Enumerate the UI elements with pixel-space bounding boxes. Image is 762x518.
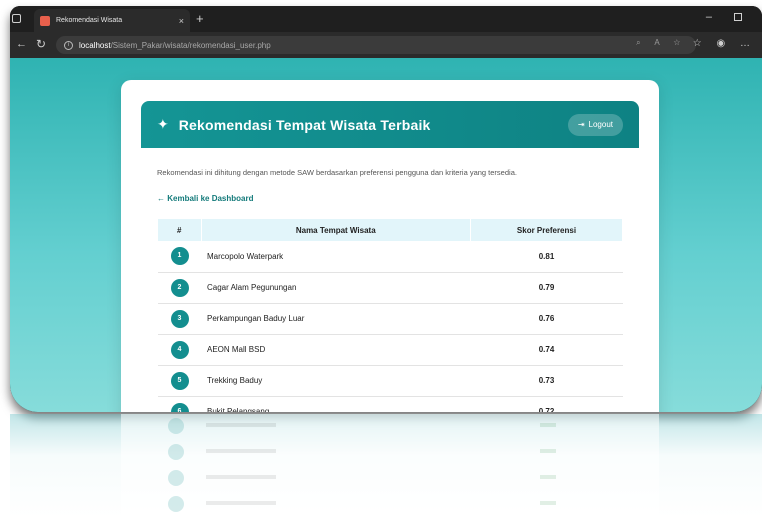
- back-to-dashboard-link[interactable]: ← Kembali ke Dashboard: [157, 194, 253, 203]
- page-title: Rekomendasi Tempat Wisata Terbaik: [178, 116, 431, 133]
- reflection-row: [168, 444, 588, 460]
- table-row: 1 Marcopolo Waterpark 0.81: [158, 241, 623, 273]
- restore-icon[interactable]: [734, 13, 742, 21]
- reflection-row: [168, 470, 588, 486]
- col-rank: #: [158, 219, 202, 241]
- zoom-read-favorite-icons[interactable]: ⌕ A ☆: [636, 38, 686, 48]
- url-host: localhost: [79, 40, 111, 50]
- rank-badge: 4: [170, 340, 189, 359]
- logout-icon: ⇥: [577, 120, 585, 129]
- favicon-icon: [40, 15, 50, 26]
- url-path: /Sistem_Pakar/wisata/rekomendasi_user.ph…: [110, 40, 271, 50]
- method-description: Rekomendasi ini dihitung dengan metode S…: [157, 168, 517, 177]
- table-row: 3 Perkampungan Baduy Luar 0.76: [158, 303, 623, 335]
- card-header: ✦ Rekomendasi Tempat Wisata Terbaik ⇥ Lo…: [141, 101, 639, 148]
- place-name: Perkampungan Baduy Luar: [201, 303, 471, 335]
- table-row: 2 Cagar Alam Pegunungan 0.79: [158, 272, 623, 304]
- table-row: 6 Bukit Pelangsang 0.72: [158, 396, 623, 412]
- preference-score: 0.79: [470, 272, 623, 304]
- tab-title: Rekomendasi Wisata: [56, 17, 123, 24]
- rank-badge: 6: [170, 402, 189, 412]
- place-name: Cagar Alam Pegunungan: [201, 272, 471, 304]
- url-input[interactable]: i localhost /Sistem_Pakar/wisata/rekomen…: [56, 36, 696, 54]
- col-score: Skor Preferensi: [470, 219, 623, 241]
- preference-score: 0.76: [470, 303, 623, 335]
- table-row: 5 Trekking Baduy 0.73: [158, 365, 623, 397]
- logout-label: Logout: [588, 120, 613, 129]
- rank-badge: 2: [170, 278, 189, 297]
- reflection-row: [168, 496, 588, 512]
- screen-reflection: [10, 414, 762, 518]
- browser-window: Rekomendasi Wisata × + – ← ↻ i localhost…: [10, 6, 762, 412]
- site-info-icon[interactable]: i: [64, 40, 73, 50]
- recommendation-card: ✦ Rekomendasi Tempat Wisata Terbaik ⇥ Lo…: [121, 80, 659, 412]
- rank-badge: 1: [170, 247, 189, 266]
- preference-score: 0.72: [470, 396, 623, 412]
- rank-badge: 5: [170, 371, 189, 390]
- toolbar-extensions-icons[interactable]: ☆ ◉ …: [693, 38, 756, 49]
- reflection-row: [168, 418, 588, 434]
- table-header-row: # Nama Tempat Wisata Skor Preferensi: [158, 219, 623, 241]
- title-bar: Rekomendasi Wisata × + –: [10, 6, 762, 32]
- tab-close-icon[interactable]: ×: [179, 16, 184, 26]
- rank-badge: 3: [170, 309, 189, 328]
- back-icon[interactable]: ←: [16, 38, 27, 50]
- minimize-icon[interactable]: –: [706, 11, 712, 23]
- sparkle-icon: ✦: [157, 116, 169, 132]
- place-name: Bukit Pelangsang: [201, 396, 471, 412]
- preference-score: 0.73: [470, 365, 623, 397]
- place-name: Trekking Baduy: [201, 365, 471, 397]
- browser-tab[interactable]: Rekomendasi Wisata ×: [34, 9, 190, 32]
- col-name: Nama Tempat Wisata: [201, 219, 471, 241]
- new-tab-icon[interactable]: +: [196, 11, 204, 26]
- address-bar: ← ↻ i localhost /Sistem_Pakar/wisata/rek…: [10, 32, 762, 58]
- page-viewport: ✦ Rekomendasi Tempat Wisata Terbaik ⇥ Lo…: [10, 58, 762, 412]
- place-name: Marcopolo Waterpark: [201, 241, 471, 273]
- table-row: 4 AEON Mall BSD 0.74: [158, 334, 623, 366]
- preference-score: 0.81: [470, 241, 623, 273]
- window-menu-icon[interactable]: [12, 14, 21, 23]
- recommendation-table: # Nama Tempat Wisata Skor Preferensi 1 M…: [158, 219, 623, 412]
- logout-button[interactable]: ⇥ Logout: [567, 113, 623, 136]
- preference-score: 0.74: [470, 334, 623, 366]
- reload-icon[interactable]: ↻: [36, 37, 46, 51]
- place-name: AEON Mall BSD: [201, 334, 471, 366]
